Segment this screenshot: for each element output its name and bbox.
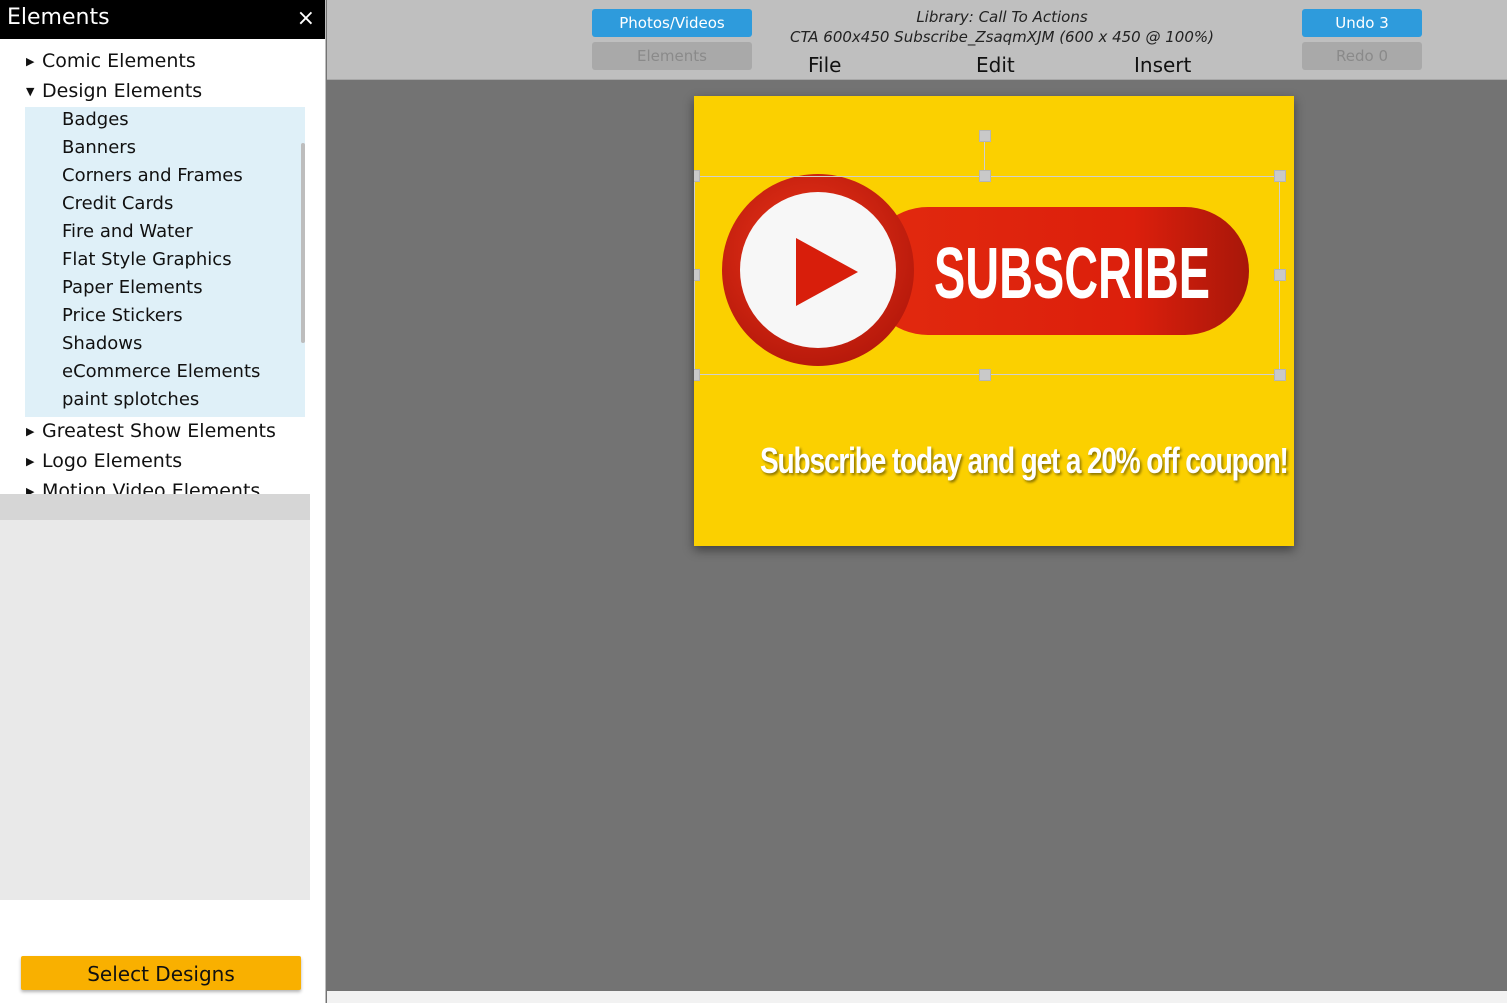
category-tree: ▶ Comic Elements ▼ Design Elements Badges … [0, 39, 310, 494]
subcategory-item[interactable]: Shadows [62, 330, 142, 358]
resize-handle-top-left[interactable] [694, 170, 700, 182]
panel-title: Elements [7, 5, 110, 30]
category-label: Logo Elements [42, 450, 183, 472]
top-toolbar: Photos/Videos Elements Library: Call To … [327, 0, 1507, 80]
redo-button[interactable]: Redo 0 [1302, 42, 1422, 70]
category-logo-elements[interactable]: ▶ Logo Elements [26, 447, 182, 475]
resize-handle-right[interactable] [1274, 269, 1286, 281]
menu-insert[interactable]: Insert [1134, 52, 1191, 78]
category-label: Greatest Show Elements [42, 420, 276, 442]
category-label: Design Elements [42, 80, 203, 102]
document-title: CTA 600x450 Subscribe_ZsaqmXJM (600 x 45… [789, 28, 1214, 46]
select-designs-button[interactable]: Select Designs [21, 956, 301, 990]
subcategory-list: Badges Banners Corners and Frames Credit… [25, 107, 305, 417]
design-canvas[interactable]: SUBSCRIBE Subscribe today and get a 20% … [694, 96, 1294, 546]
caret-right-icon: ▶ [26, 54, 35, 68]
resize-handle-left[interactable] [694, 269, 700, 281]
coupon-text[interactable]: Subscribe today and get a 20% off coupon… [760, 440, 1289, 482]
caret-right-icon: ▶ [26, 484, 35, 495]
subcategory-item[interactable]: Corners and Frames [62, 162, 243, 190]
subcategory-item[interactable]: Price Stickers [62, 302, 183, 330]
close-icon[interactable]: × [297, 6, 315, 32]
caret-down-icon: ▼ [26, 84, 35, 98]
subcategory-item[interactable]: Flat Style Graphics [62, 246, 232, 274]
subcategory-item[interactable]: paint splotches [62, 386, 199, 414]
undo-button[interactable]: Undo 3 [1302, 9, 1422, 37]
panel-divider[interactable] [0, 494, 310, 520]
caret-right-icon: ▶ [26, 424, 35, 438]
resize-handle-top[interactable] [979, 170, 991, 182]
menu-edit[interactable]: Edit [976, 52, 1015, 78]
resize-handle-bottom-right[interactable] [1274, 369, 1286, 381]
panel-header: Elements × [0, 0, 325, 39]
subscribe-label: SUBSCRIBE [934, 234, 1210, 314]
category-design-elements[interactable]: ▼ Design Elements [26, 77, 202, 105]
category-motion-video-elements[interactable]: ▶ Motion Video Elements [26, 477, 260, 494]
category-label: Comic Elements [42, 50, 196, 72]
caret-right-icon: ▶ [26, 454, 35, 468]
subcategory-item[interactable]: Banners [62, 134, 136, 162]
subcategory-item[interactable]: Fire and Water [62, 218, 193, 246]
menu-file[interactable]: File [808, 52, 841, 78]
category-comic-elements[interactable]: ▶ Comic Elements [26, 47, 196, 75]
subcategory-item[interactable]: Credit Cards [62, 190, 173, 218]
status-strip [327, 991, 1507, 1003]
subcategory-item[interactable]: Badges [62, 106, 129, 134]
tree-scrollbar[interactable] [301, 143, 305, 343]
library-title: Library: Call To Actions [916, 8, 1088, 26]
resize-handle-bottom-left[interactable] [694, 369, 700, 381]
resize-handle-top-right[interactable] [1274, 170, 1286, 182]
elements-panel: Elements × ▶ Comic Elements ▼ Design Eleme… [0, 0, 326, 1003]
subcategory-item[interactable]: eCommerce Elements [62, 358, 260, 386]
subcategory-item[interactable]: Paper Elements [62, 274, 203, 302]
category-greatest-show-elements[interactable]: ▶ Greatest Show Elements [26, 417, 276, 445]
element-preview-area [0, 520, 310, 900]
resize-handle-bottom[interactable] [979, 369, 991, 381]
rotate-handle[interactable] [979, 130, 991, 142]
category-label: Motion Video Elements [42, 480, 261, 494]
